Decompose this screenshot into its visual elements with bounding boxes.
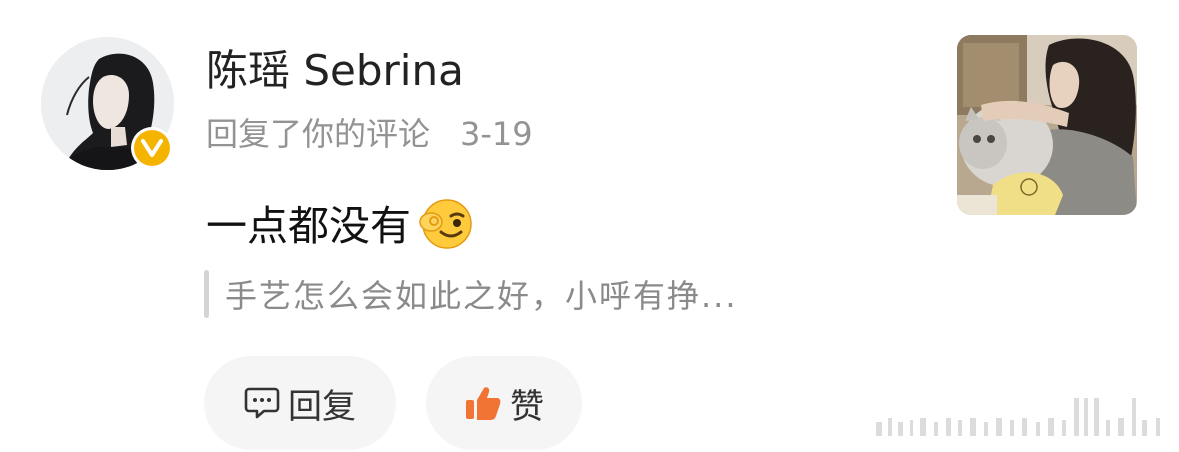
like-button[interactable]: 赞 (426, 356, 582, 450)
quote-bar (204, 270, 209, 318)
action-text: 回复了你的评论 (206, 115, 431, 153)
verified-badge-icon (131, 127, 173, 169)
thumbs-up-icon (464, 384, 502, 422)
comment-meta: 回复了你的评论 3-19 (206, 112, 533, 156)
wink-emoji-icon (417, 194, 473, 250)
reply-label: 回复 (288, 386, 356, 427)
like-label: 赞 (510, 386, 544, 427)
comment-text-row: 一点都没有 (206, 192, 473, 252)
post-thumbnail[interactable] (957, 35, 1137, 215)
comment-date: 3-19 (460, 115, 533, 153)
quoted-comment[interactable]: 手艺怎么会如此之好，小呼有挣... (204, 268, 738, 320)
username[interactable]: 陈瑶 Sebrina (206, 43, 464, 99)
comment-text: 一点都没有 (206, 202, 411, 250)
quoted-text: 手艺怎么会如此之好，小呼有挣... (225, 277, 738, 315)
reply-button[interactable]: 回复 (204, 356, 396, 450)
watermark (876, 398, 1172, 438)
comment-icon (244, 386, 280, 420)
